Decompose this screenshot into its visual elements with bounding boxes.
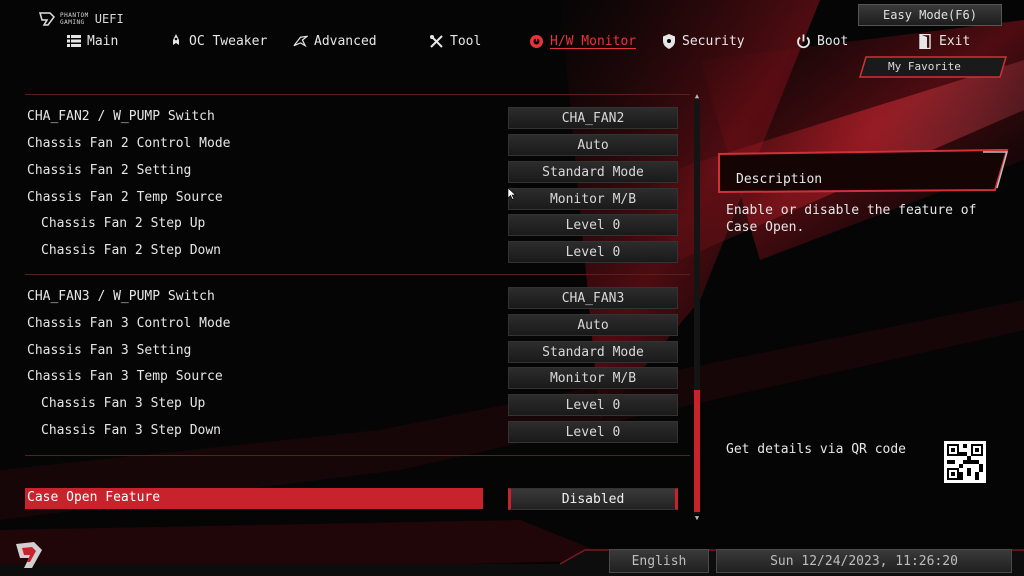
list-icon xyxy=(66,34,81,49)
setting-row-fan3-control-mode[interactable]: Chassis Fan 3 Control Mode Auto xyxy=(25,314,685,336)
power-icon xyxy=(796,34,811,49)
setting-label: Chassis Fan 2 Step Up xyxy=(41,216,206,231)
tab-hw-monitor[interactable]: H/W Monitor xyxy=(529,30,636,52)
setting-row-fan3-temp-source[interactable]: Chassis Fan 3 Temp Source Monitor M/B xyxy=(25,367,685,389)
setting-row-case-open-feature[interactable]: Case Open Feature Disabled xyxy=(25,488,685,510)
setting-value-dropdown[interactable]: Disabled xyxy=(508,488,678,510)
description-text: Enable or disable the feature of Case Op… xyxy=(726,203,977,235)
setting-row-fan2-step-up[interactable]: Chassis Fan 2 Step Up Level 0 xyxy=(25,214,685,236)
setting-row-fan2-temp-source[interactable]: Chassis Fan 2 Temp Source Monitor M/B xyxy=(25,188,685,210)
setting-row-fan3-step-down[interactable]: Chassis Fan 3 Step Down Level 0 xyxy=(25,421,685,443)
tab-security[interactable]: Security xyxy=(661,30,745,52)
main-nav: Main OC Tweaker Advanced Tool H/W Monito… xyxy=(0,30,1024,52)
setting-label: CHA_FAN2 / W_PUMP Switch xyxy=(27,109,215,124)
divider xyxy=(25,94,690,95)
setting-row-cha-fan3-switch[interactable]: CHA_FAN3 / W_PUMP Switch CHA_FAN3 xyxy=(25,287,685,309)
tab-advanced[interactable]: Advanced xyxy=(293,30,377,52)
setting-row-fan3-setting[interactable]: Chassis Fan 3 Setting Standard Mode xyxy=(25,341,685,363)
scrollbar[interactable]: ▲ ▼ xyxy=(692,92,702,522)
setting-value-dropdown[interactable]: Monitor M/B xyxy=(508,367,678,389)
brand-name: PHANTOM GAMING xyxy=(60,12,89,26)
my-favorite-button[interactable]: My Favorite xyxy=(858,56,1008,78)
setting-row-fan2-setting[interactable]: Chassis Fan 2 Setting Standard Mode xyxy=(25,161,685,183)
setting-label: Chassis Fan 3 Setting xyxy=(27,343,192,358)
setting-row-fan2-step-down[interactable]: Chassis Fan 2 Step Down Level 0 xyxy=(25,241,685,263)
setting-value-dropdown[interactable]: Auto xyxy=(508,134,678,156)
qr-code-icon xyxy=(944,441,986,483)
description-title: Description xyxy=(736,172,823,187)
brand-uefi: UEFI xyxy=(94,12,124,26)
setting-value-dropdown[interactable]: CHA_FAN3 xyxy=(508,287,678,309)
tab-boot[interactable]: Boot xyxy=(796,30,848,52)
easy-mode-button[interactable]: Easy Mode(F6) xyxy=(858,4,1002,26)
qr-details-text: Get details via QR code xyxy=(726,442,907,457)
setting-label: Chassis Fan 2 Setting xyxy=(27,163,192,178)
setting-row-fan2-control-mode[interactable]: Chassis Fan 2 Control Mode Auto xyxy=(25,134,685,156)
rocket-icon xyxy=(168,34,183,49)
phantom-gaming-logo-icon xyxy=(39,12,55,26)
mouse-cursor-icon xyxy=(508,188,516,200)
language-button[interactable]: English xyxy=(609,549,709,573)
setting-label: Chassis Fan 3 Temp Source xyxy=(27,369,223,384)
setting-value-dropdown[interactable]: Standard Mode xyxy=(508,341,678,363)
tab-tool[interactable]: Tool xyxy=(429,30,481,52)
brand-logo: PHANTOM GAMING UEFI xyxy=(38,8,124,30)
setting-value-dropdown[interactable]: Level 0 xyxy=(508,214,678,236)
setting-row-fan3-step-up[interactable]: Chassis Fan 3 Step Up Level 0 xyxy=(25,394,685,416)
setting-value-dropdown[interactable]: Standard Mode xyxy=(508,161,678,183)
exit-door-icon xyxy=(918,33,933,49)
datetime-display: Sun 12/24/2023, 11:26:20 xyxy=(716,549,1012,573)
setting-value-dropdown[interactable]: CHA_FAN2 xyxy=(508,107,678,129)
setting-label: Chassis Fan 2 Temp Source xyxy=(27,190,223,205)
scroll-thumb[interactable] xyxy=(694,390,700,512)
star-icon xyxy=(293,34,308,49)
divider xyxy=(25,274,690,275)
setting-value-dropdown[interactable]: Monitor M/B xyxy=(508,188,678,210)
phantom-gaming-emblem-icon xyxy=(16,542,42,568)
shield-icon xyxy=(661,33,676,49)
setting-row-cha-fan2-switch[interactable]: CHA_FAN2 / W_PUMP Switch CHA_FAN2 xyxy=(25,107,685,129)
setting-label: Chassis Fan 3 Step Down xyxy=(41,423,222,438)
monitor-gauge-icon xyxy=(529,34,544,49)
tab-main[interactable]: Main xyxy=(66,30,118,52)
setting-label: Chassis Fan 3 Step Up xyxy=(41,396,206,411)
setting-label: Chassis Fan 2 Step Down xyxy=(41,243,222,258)
scroll-up-arrow-icon[interactable]: ▲ xyxy=(692,92,702,100)
scroll-down-arrow-icon[interactable]: ▼ xyxy=(692,514,702,522)
setting-label: Chassis Fan 3 Control Mode xyxy=(27,316,231,331)
setting-label: Case Open Feature xyxy=(27,490,161,505)
setting-value-dropdown[interactable]: Level 0 xyxy=(508,241,678,263)
setting-label: CHA_FAN3 / W_PUMP Switch xyxy=(27,289,215,304)
setting-value-dropdown[interactable]: Level 0 xyxy=(508,394,678,416)
divider xyxy=(25,455,690,456)
wrench-icon xyxy=(429,34,444,49)
setting-label: Chassis Fan 2 Control Mode xyxy=(27,136,231,151)
setting-value-dropdown[interactable]: Auto xyxy=(508,314,678,336)
setting-value-dropdown[interactable]: Level 0 xyxy=(508,421,678,443)
tab-exit[interactable]: Exit xyxy=(918,30,970,52)
tab-oc-tweaker[interactable]: OC Tweaker xyxy=(168,30,267,52)
